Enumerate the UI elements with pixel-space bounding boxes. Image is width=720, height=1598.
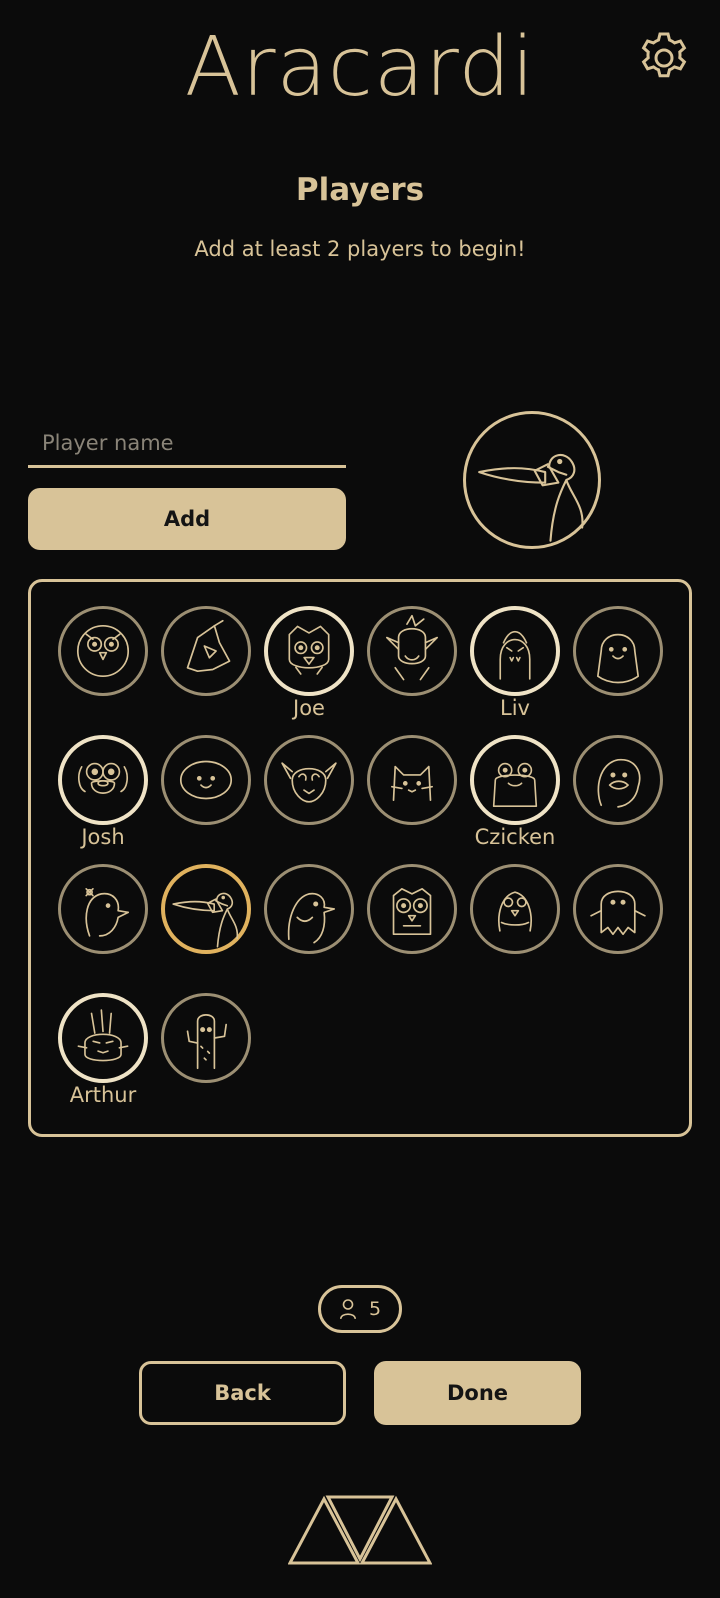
avatar-option[interactable] [568, 735, 668, 859]
bird-icon [470, 864, 560, 954]
app-title: Aracardi [184, 20, 536, 115]
players-hint: Add at least 2 players to begin! [194, 237, 526, 261]
avatar-option[interactable] [156, 606, 256, 730]
avatar-option[interactable] [259, 864, 359, 988]
duck-with-knife-icon [161, 864, 251, 954]
avatar-option[interactable]: Arthur [53, 993, 153, 1117]
triangles-logo [287, 1493, 433, 1565]
avatar-option[interactable] [156, 864, 256, 988]
duck-icon [573, 735, 663, 825]
section-title: Players [295, 172, 425, 208]
avatar-player-name: Czicken [474, 825, 556, 849]
player-count-badge: 5 [318, 1285, 402, 1333]
avatar-option[interactable] [362, 735, 462, 859]
avatar-option[interactable]: Czicken [465, 735, 565, 859]
avatar-option[interactable] [568, 606, 668, 730]
avatar-option[interactable] [156, 993, 256, 1117]
settings-button[interactable] [636, 30, 692, 86]
avatar-option[interactable] [362, 864, 462, 988]
ghost-icon [573, 864, 663, 954]
player-name-input[interactable] [28, 420, 346, 468]
lumpy-icon [573, 606, 663, 696]
back-button[interactable]: Back [139, 1361, 346, 1425]
avatar-player-name: Liv [500, 696, 530, 720]
avatar-player-name: Joe [293, 696, 325, 720]
owl-icon [58, 606, 148, 696]
selected-avatar-preview[interactable] [463, 411, 601, 549]
marceline-icon [470, 606, 560, 696]
demon-icon [264, 735, 354, 825]
cat-icon [367, 735, 457, 825]
owl-king-icon [264, 606, 354, 696]
done-button[interactable]: Done [374, 1361, 581, 1425]
avatar-option[interactable] [53, 864, 153, 988]
avatar-option[interactable] [465, 864, 565, 988]
avatar-option[interactable]: Liv [465, 606, 565, 730]
frog-icon [470, 735, 560, 825]
crow-icon [161, 606, 251, 696]
player-count: 5 [368, 1298, 382, 1320]
avatar-option[interactable] [259, 735, 359, 859]
finn-icon [161, 735, 251, 825]
owl-glasses-icon [367, 864, 457, 954]
pigeon-icon [264, 864, 354, 954]
duck-with-knife-icon [478, 454, 584, 542]
dog-jake-icon [58, 735, 148, 825]
add-player-button[interactable]: Add [28, 488, 346, 550]
gear-icon [641, 32, 687, 78]
avatar-option[interactable] [156, 735, 256, 859]
troll-icon [367, 606, 457, 696]
avatar-option[interactable] [362, 606, 462, 730]
avatar-player-name: Arthur [69, 1083, 137, 1107]
avatar-option[interactable] [53, 606, 153, 730]
rabbit-icon [58, 993, 148, 1083]
duck-flower-icon [58, 864, 148, 954]
avatar-grid: Joe Liv Josh Czicken Arthur [28, 579, 692, 1137]
avatar-option[interactable] [568, 864, 668, 988]
person-icon [339, 1299, 356, 1320]
avatar-player-name: Josh [81, 825, 125, 849]
avatar-option[interactable]: Josh [53, 735, 153, 859]
avatar-option[interactable]: Joe [259, 606, 359, 730]
cactus-icon [161, 993, 251, 1083]
